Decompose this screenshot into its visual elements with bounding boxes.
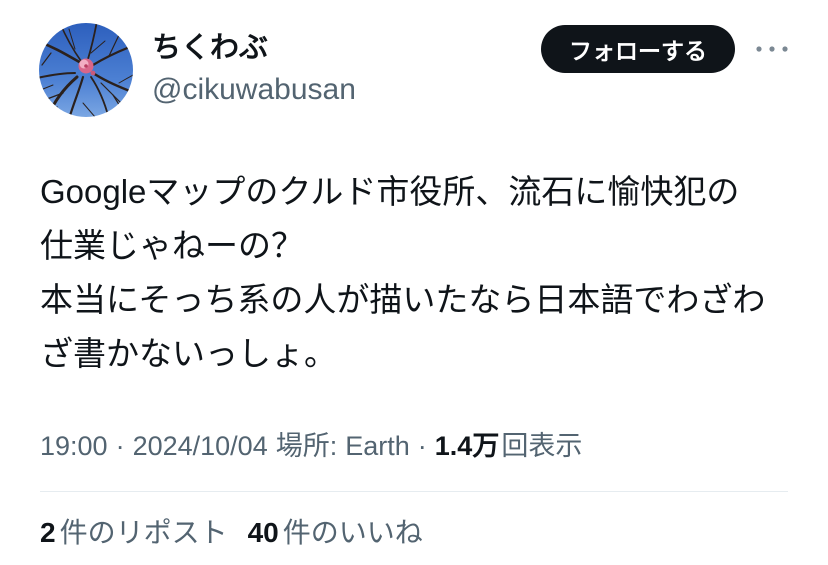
tweet-time: 19:00 [40, 431, 108, 461]
reposts-stat[interactable]: 2 件のリポスト [40, 515, 228, 551]
more-dot [756, 46, 762, 52]
separator: · [115, 431, 125, 461]
tweet-text-line: ざ書かないっしょ。 [40, 335, 337, 372]
likes-count: 40 [247, 517, 279, 548]
tweet-timestamp-link[interactable]: 19:00 · 2024/10/04 [40, 428, 268, 464]
more-dot [769, 46, 775, 52]
divider [40, 491, 788, 492]
location-value: Earth [345, 431, 410, 461]
tweet-text-line: 仕業じゃねーの？ [40, 227, 304, 264]
tweet-text-line: Googleマップのクルド市役所、流石に愉快犯の [40, 173, 740, 210]
separator: · [417, 431, 427, 461]
display-name[interactable]: ちくわぶ [152, 28, 268, 68]
user-handle[interactable]: @cikuwabusan [152, 70, 356, 110]
views-label: 回表示 [501, 431, 583, 461]
views-count: 1.4万 [434, 431, 500, 461]
reposts-count: 2 [40, 517, 56, 548]
more-icon[interactable] [752, 36, 792, 62]
likes-label: 件のいいね [282, 517, 423, 548]
avatar[interactable] [39, 23, 133, 117]
tweet-metadata: 19:00 · 2024/10/04 場所: Earth · 1.4万 回表示 [40, 428, 582, 464]
tweet-text: Googleマップのクルド市役所、流石に愉快犯の 仕業じゃねーの？ 本当にそっち… [40, 165, 765, 381]
reposts-label: 件のリポスト [59, 517, 228, 548]
avatar-image [39, 23, 133, 117]
engagement-stats: 2 件のリポスト 40 件のいいね [40, 515, 423, 551]
likes-stat[interactable]: 40 件のいいね [248, 515, 423, 551]
location-label: 場所: [275, 431, 338, 461]
more-dot [782, 46, 788, 52]
tweet-date: 2024/10/04 [132, 431, 268, 461]
follow-button[interactable]: フォローする [541, 25, 735, 73]
tweet-text-line: 本当にそっち系の人が描いたなら日本語でわざわ [40, 281, 766, 318]
